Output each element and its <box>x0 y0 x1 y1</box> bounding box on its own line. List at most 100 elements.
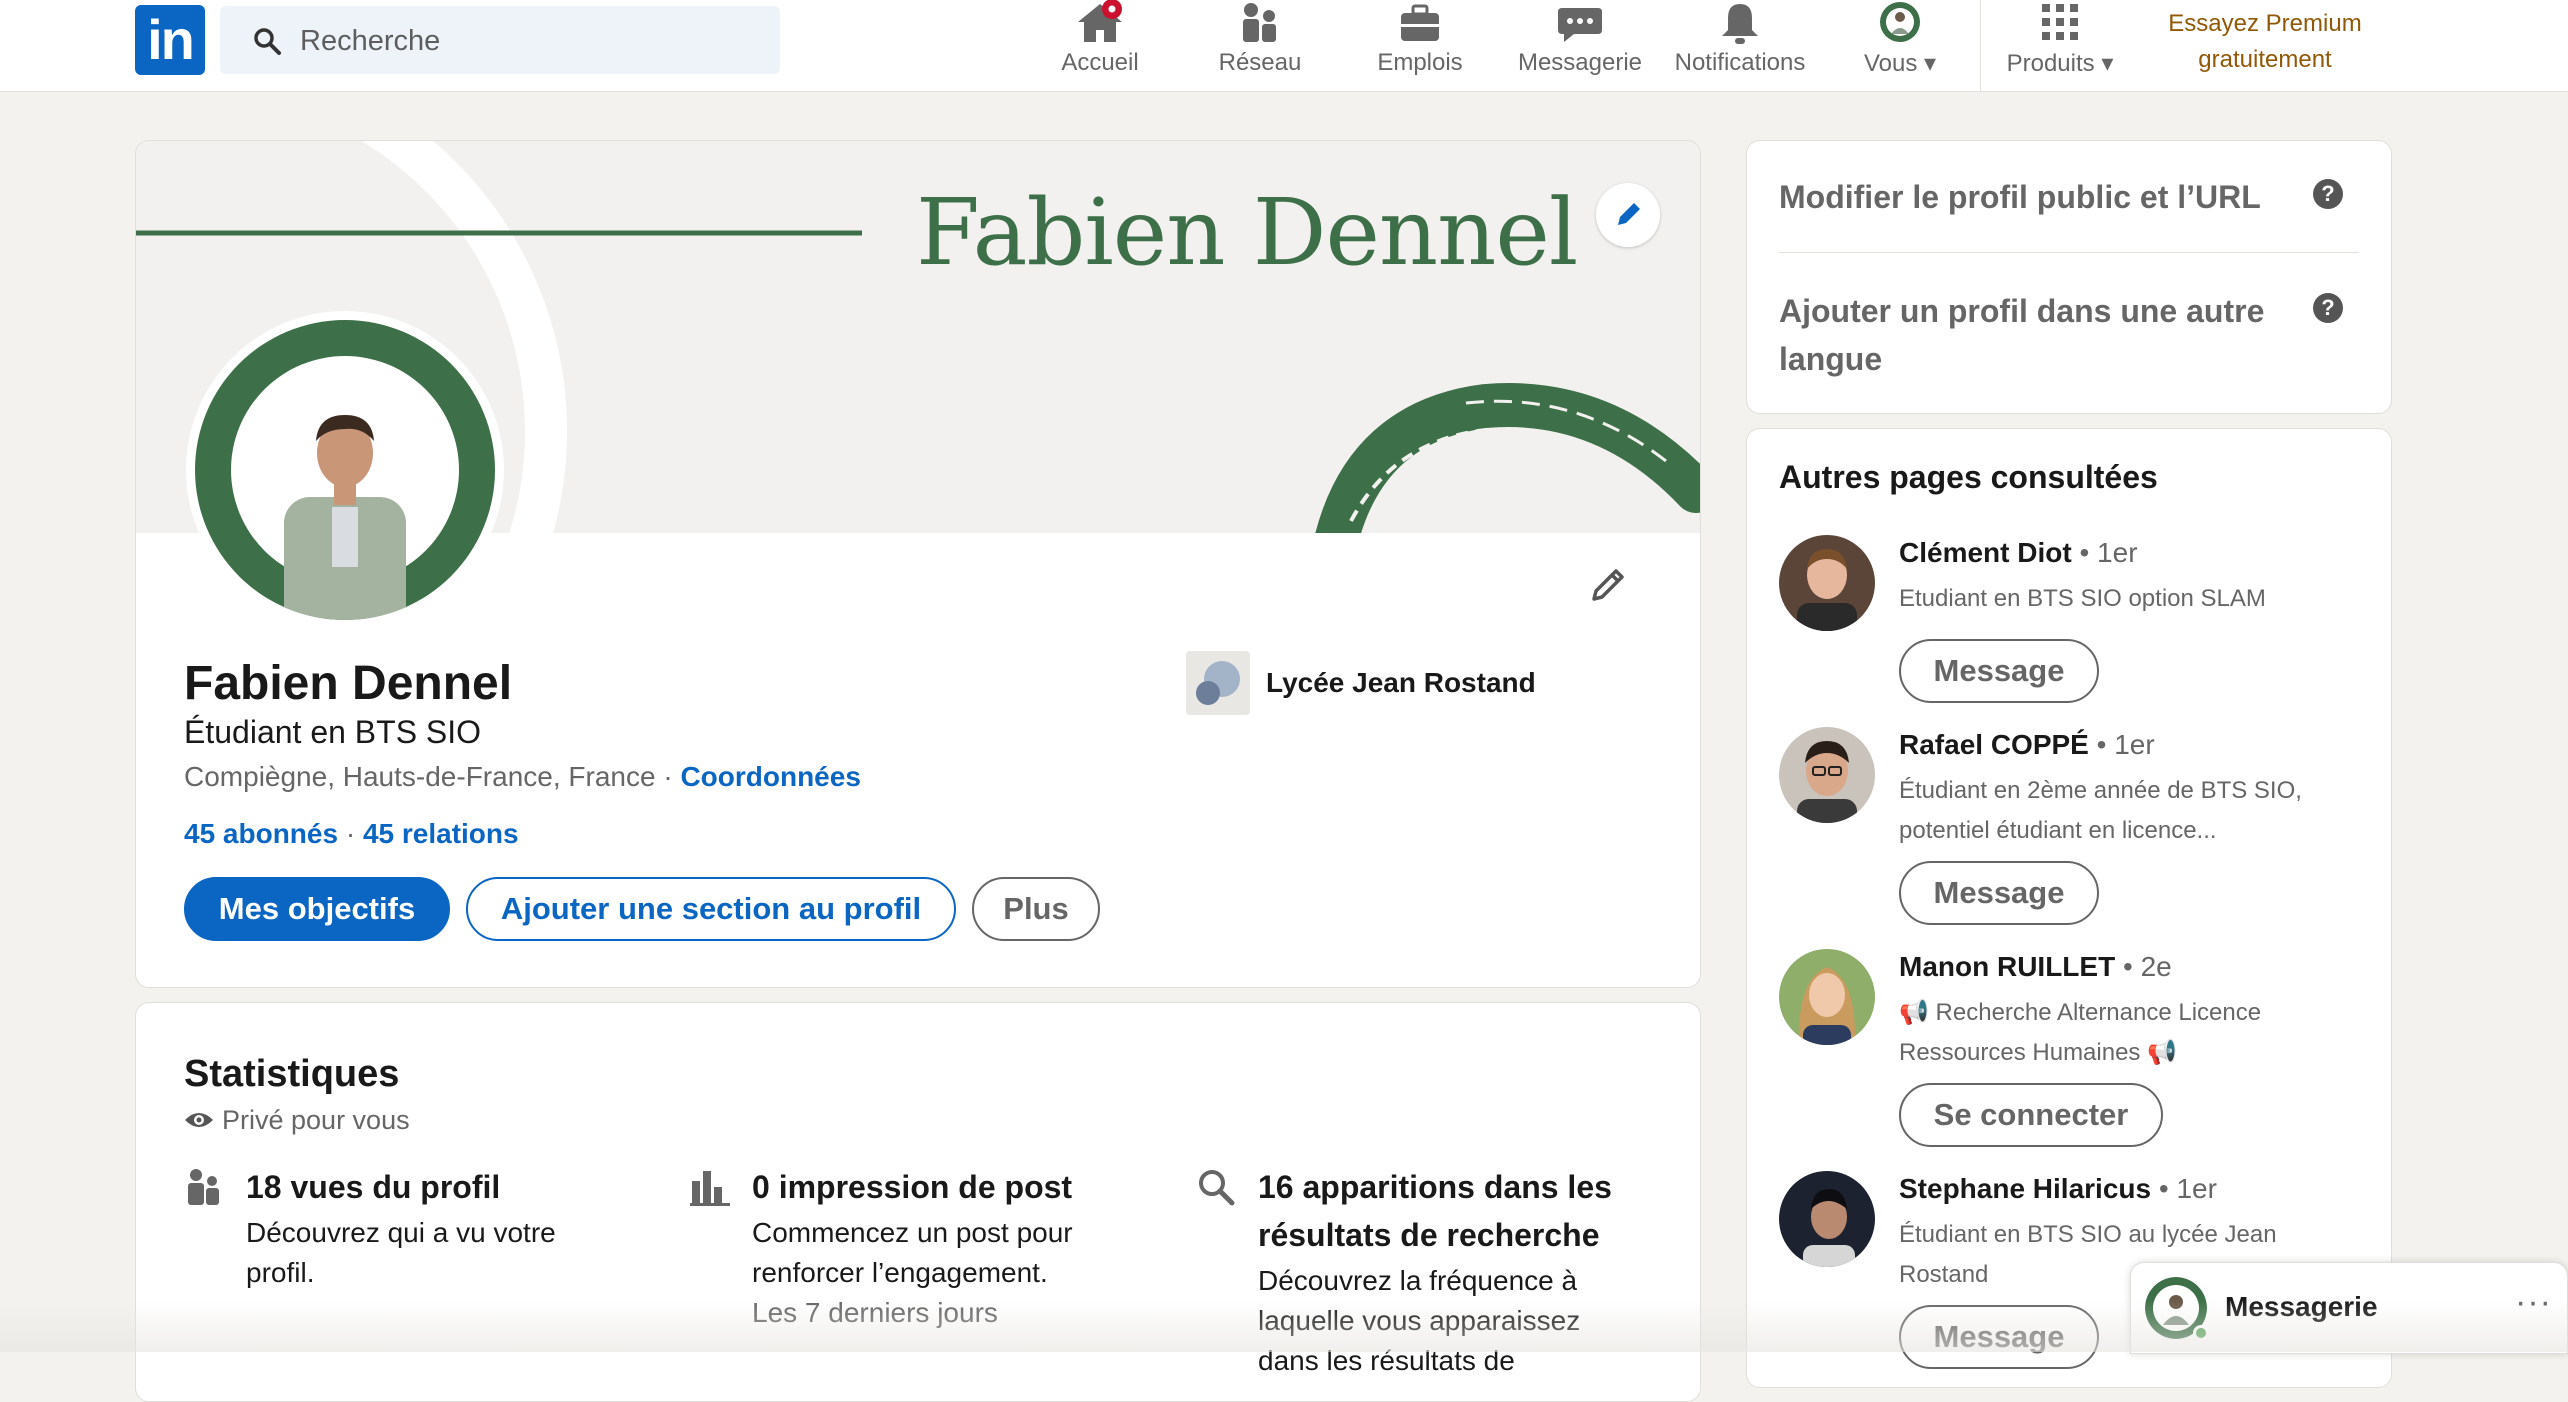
nav-item-products[interactable]: Produits ▾ <box>1990 0 2130 92</box>
person-name[interactable]: Clément Diot • 1er <box>1899 537 2138 569</box>
stat-title: 18 vues du profil <box>246 1169 501 1205</box>
list-item: Rafael COPPÉ • 1er Étudiant en 2ème anné… <box>1779 727 2339 947</box>
top-navigation: in Recherche Accueil Réseau Emplois Mess… <box>0 0 2568 92</box>
nav-label-jobs: Emplois <box>1377 49 1463 76</box>
nav-label-me: Vous ▾ <box>1863 50 1937 77</box>
person-name[interactable]: Rafael COPPÉ • 1er <box>1899 729 2155 761</box>
people-icon <box>184 1167 224 1212</box>
stat-desc: Découvrez qui a vu votre <box>246 1217 556 1248</box>
stat-period: Les 7 derniers jours <box>752 1297 998 1328</box>
edit-public-profile-link[interactable]: Modifier le profil public et l’URL <box>1779 173 2261 221</box>
person-name[interactable]: Stephane Hilaricus • 1er <box>1899 1173 2217 1205</box>
online-status-icon <box>2193 1325 2209 1341</box>
stats-title: Statistiques <box>184 1053 400 1095</box>
search-input[interactable]: Recherche <box>220 6 780 74</box>
list-item: Manon RUILLET • 2e 📢 Recherche Alternanc… <box>1779 949 2339 1169</box>
nav-item-me[interactable]: Vous ▾ <box>1845 0 1955 92</box>
nav-item-notifications[interactable]: Notifications <box>1665 0 1815 92</box>
nav-item-jobs[interactable]: Emplois <box>1370 0 1470 92</box>
list-item: Clément Diot • 1er Etudiant en BTS SIO o… <box>1779 535 2339 735</box>
bell-icon <box>1717 0 1763 53</box>
nav-label-messaging: Messagerie <box>1517 49 1643 76</box>
stat-desc: laquelle vous apparaissez <box>1258 1305 1581 1336</box>
more-options-icon[interactable]: ··· <box>2515 1283 2552 1322</box>
nav-label-home: Accueil <box>1061 49 1139 76</box>
add-section-button[interactable]: Ajouter une section au profil <box>466 877 956 941</box>
nav-divider <box>1980 0 1981 92</box>
message-button[interactable]: Message <box>1899 639 2099 703</box>
profile-counts: 45 abonnés · 45 relations <box>184 818 519 849</box>
stat-desc: Commencez un post pour <box>752 1217 1073 1248</box>
messaging-overlay[interactable]: Messagerie ··· <box>2130 1262 2568 1354</box>
person-name[interactable]: Manon RUILLET • 2e <box>1899 951 2172 983</box>
avatar[interactable] <box>1779 535 1875 631</box>
briefcase-icon <box>1397 0 1443 53</box>
message-button[interactable]: Message <box>1899 1305 2099 1369</box>
search-icon <box>252 26 282 61</box>
more-button[interactable]: Plus <box>972 877 1100 941</box>
premium-link[interactable]: Essayez Premium gratuitement <box>2130 6 2400 78</box>
pencil-icon <box>1618 203 1640 225</box>
people-title: Autres pages consultées <box>1779 459 2158 495</box>
grid-icon <box>2039 0 2081 53</box>
connections-link[interactable]: 45 relations <box>363 818 519 849</box>
person-headline: Etudiant en BTS SIO option SLAM <box>1899 585 2266 612</box>
pencil-icon <box>1592 569 1624 601</box>
edit-profile-button[interactable] <box>1576 553 1640 617</box>
messaging-title: Messagerie <box>2225 1291 2378 1322</box>
nav-label-products: Produits ▾ <box>2006 50 2114 77</box>
premium-line-1: Essayez Premium <box>2168 10 2362 37</box>
message-button[interactable]: Message <box>1899 861 2099 925</box>
chevron-down-icon: ▾ <box>2101 50 2114 77</box>
people-also-viewed-card: Autres pages consultées Clément Diot • 1… <box>1746 428 2392 1388</box>
banner-name-text: Fabien Dennel <box>916 179 1578 286</box>
edit-banner-button[interactable] <box>1596 183 1660 247</box>
avatar[interactable] <box>1779 1171 1875 1267</box>
stats-card: Statistiques Privé pour vous 18 vues du … <box>135 1002 1701 1402</box>
goals-button[interactable]: Mes objectifs <box>184 877 450 941</box>
person-headline: 📢 Recherche Alternance Licence Ressources… <box>1899 999 2262 1066</box>
chevron-down-icon: ▾ <box>1924 50 1937 77</box>
avatar-icon <box>1876 0 1924 53</box>
nav-label-notifications: Notifications <box>1674 49 1806 76</box>
nav-item-messaging[interactable]: Messagerie <box>1510 0 1650 92</box>
profile-location: Compiègne, Hauts-de-France, France · Coo… <box>184 761 861 792</box>
avatar[interactable] <box>1779 727 1875 823</box>
followers-link[interactable]: 45 abonnés <box>184 818 338 849</box>
premium-line-2: gratuitement <box>2198 46 2332 73</box>
profile-headline: Étudiant en BTS SIO <box>184 714 482 750</box>
stat-desc: Découvrez la fréquence à <box>1258 1265 1578 1296</box>
search-icon <box>1196 1167 1236 1212</box>
stat-title: 16 apparitions dans les <box>1258 1169 1612 1205</box>
help-icon[interactable]: ? <box>2313 293 2343 323</box>
nav-label-network: Réseau <box>1218 49 1302 76</box>
stat-desc: profil. <box>246 1257 315 1288</box>
stat-desc: dans les résultats de <box>1258 1345 1515 1376</box>
profile-photo-image <box>195 320 495 620</box>
profile-settings-card: Modifier le profil public et l’URL ? Ajo… <box>1746 140 2392 414</box>
stat-title: 0 impression de post <box>752 1169 1073 1205</box>
bar-chart-icon <box>690 1167 730 1212</box>
chat-icon <box>1556 0 1604 53</box>
person-headline: Étudiant en 2ème année de BTS SIO, potent… <box>1899 777 2302 844</box>
contact-info-link[interactable]: Coordonnées <box>680 761 860 792</box>
private-note: Privé pour vous <box>184 1105 410 1137</box>
stat-title: résultats de recherche <box>1258 1217 1600 1253</box>
network-icon <box>1237 0 1283 53</box>
help-icon[interactable]: ? <box>2313 179 2343 209</box>
linkedin-logo[interactable]: in <box>135 5 205 75</box>
avatar[interactable] <box>1779 949 1875 1045</box>
search-placeholder: Recherche <box>300 25 441 57</box>
nav-item-network[interactable]: Réseau <box>1210 0 1310 92</box>
school-logo-icon <box>1186 651 1250 715</box>
eye-icon <box>184 1106 214 1137</box>
profile-photo[interactable] <box>186 311 504 629</box>
nav-item-home[interactable]: Accueil <box>1050 0 1150 92</box>
other-language-link[interactable]: Ajouter un profil dans une autre langue <box>1779 287 2264 383</box>
profile-name: Fabien Dennel <box>184 657 513 710</box>
stat-desc: renforcer l’engagement. <box>752 1257 1048 1288</box>
school-name: Lycée Jean Rostand <box>1266 667 1536 698</box>
profile-card: Fabien Dennel Fabien Dennel Étudiant en … <box>135 140 1701 988</box>
divider <box>1779 252 2359 253</box>
connect-button[interactable]: Se connecter <box>1899 1083 2163 1147</box>
